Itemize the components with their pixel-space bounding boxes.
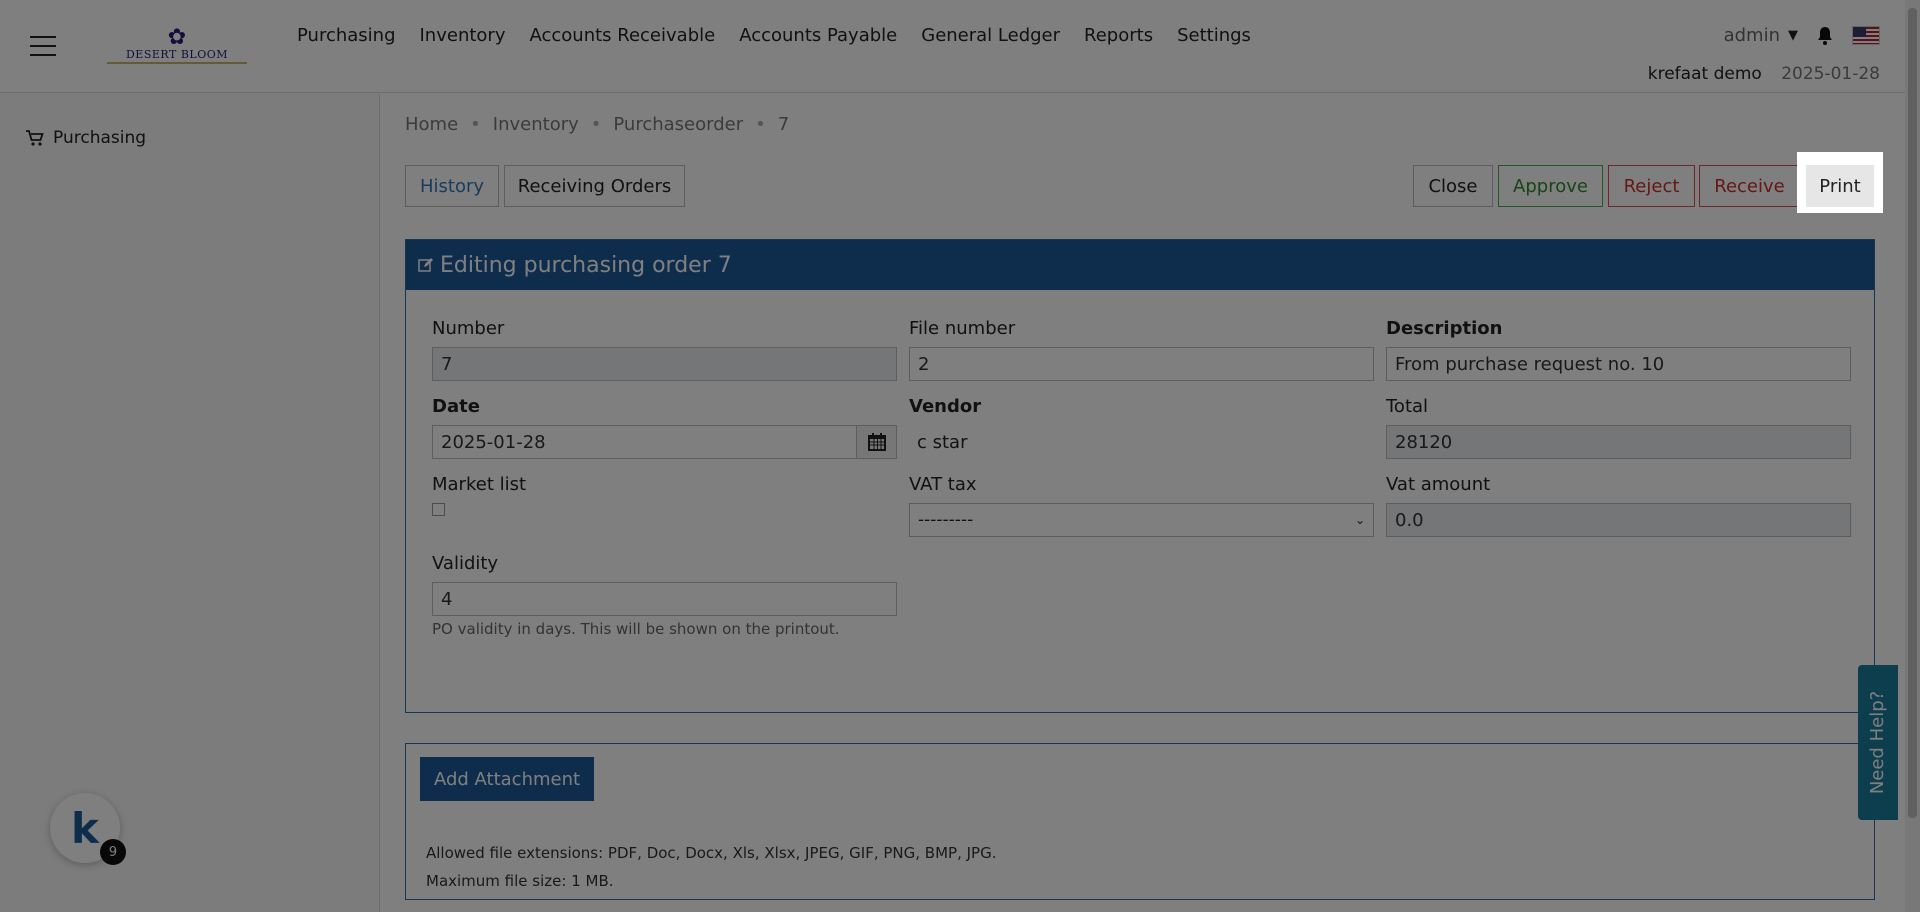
approve-button[interactable]: Approve bbox=[1498, 165, 1603, 207]
top-bar: ✿ DESERT BLOOM Purchasing Inventory Acco… bbox=[0, 0, 1920, 93]
form-title: Editing purchasing order 7 bbox=[440, 252, 732, 278]
nav-settings[interactable]: Settings bbox=[1177, 25, 1251, 46]
need-help-tab[interactable]: Need Help? bbox=[1858, 665, 1898, 820]
purchase-order-form: Editing purchasing order 7 Number 7 File… bbox=[405, 239, 1875, 713]
date-field: Date 2025-01-28 bbox=[432, 396, 897, 459]
notification-count-badge: 9 bbox=[100, 839, 126, 865]
file-number-field: File number 2 bbox=[909, 318, 1374, 381]
sidebar: Purchasing bbox=[0, 94, 380, 912]
calendar-icon[interactable] bbox=[857, 425, 897, 459]
file-number-input[interactable]: 2 bbox=[909, 347, 1374, 381]
allowed-extensions-text: Allowed file extensions: PDF, Doc, Docx,… bbox=[426, 844, 997, 862]
description-input[interactable]: From purchase request no. 10 bbox=[1386, 347, 1851, 381]
total-field: Total 28120 bbox=[1386, 396, 1851, 459]
nav-inventory[interactable]: Inventory bbox=[420, 25, 506, 46]
company-info: krefaat demo 2025-01-28 bbox=[1648, 64, 1880, 84]
chevron-down-icon: ⌄ bbox=[1354, 513, 1365, 527]
market-list-checkbox[interactable] bbox=[432, 503, 445, 516]
breadcrumb-home[interactable]: Home bbox=[405, 114, 458, 135]
nav-accounts-payable[interactable]: Accounts Payable bbox=[739, 25, 897, 46]
reject-button[interactable]: Reject bbox=[1608, 165, 1695, 207]
breadcrumb-current: 7 bbox=[777, 114, 790, 135]
form-header: Editing purchasing order 7 bbox=[406, 240, 1874, 290]
total-input[interactable]: 28120 bbox=[1386, 425, 1851, 459]
bell-icon[interactable] bbox=[1816, 26, 1834, 46]
vat-tax-select[interactable]: --------- ⌄ bbox=[909, 503, 1374, 537]
date-input[interactable]: 2025-01-28 bbox=[432, 425, 857, 459]
vat-amount-field: Vat amount 0.0 bbox=[1386, 474, 1851, 537]
breadcrumb: Home • Inventory • Purchaseorder • 7 bbox=[405, 114, 790, 135]
chat-widget-button[interactable]: k 9 bbox=[50, 793, 126, 865]
breadcrumb-purchaseorder[interactable]: Purchaseorder bbox=[613, 114, 743, 135]
chevron-down-icon[interactable]: ▼ bbox=[1788, 28, 1798, 43]
close-button[interactable]: Close bbox=[1413, 165, 1493, 207]
validity-input[interactable]: 4 bbox=[432, 582, 897, 616]
print-button[interactable]: Print bbox=[1806, 165, 1874, 207]
validity-help-text: PO validity in days. This will be shown … bbox=[432, 620, 840, 638]
print-spotlight: Print bbox=[1797, 152, 1883, 213]
nav-accounts-receivable[interactable]: Accounts Receivable bbox=[529, 25, 715, 46]
cart-icon bbox=[26, 130, 44, 146]
description-field: Description From purchase request no. 10 bbox=[1386, 318, 1851, 381]
nav-reports[interactable]: Reports bbox=[1084, 25, 1153, 46]
vat-tax-field: VAT tax --------- ⌄ bbox=[909, 474, 1374, 537]
validity-field: Validity 4 PO validity in days. This wil… bbox=[432, 553, 897, 638]
sidebar-item-label: Purchasing bbox=[53, 128, 147, 148]
add-attachment-button[interactable]: Add Attachment bbox=[420, 757, 594, 801]
user-area: admin ▼ bbox=[1724, 25, 1880, 46]
company-logo[interactable]: ✿ DESERT BLOOM bbox=[107, 27, 247, 64]
scrollbar-thumb[interactable] bbox=[1908, 8, 1917, 818]
history-button[interactable]: History bbox=[405, 165, 499, 207]
vendor-value: c star bbox=[917, 431, 968, 453]
number-field: Number 7 bbox=[432, 318, 897, 381]
page-scrollbar[interactable] bbox=[1905, 0, 1920, 912]
us-flag-icon[interactable] bbox=[1852, 26, 1880, 45]
nav-purchasing[interactable]: Purchasing bbox=[297, 25, 396, 46]
current-date: 2025-01-28 bbox=[1781, 64, 1880, 84]
company-name: krefaat demo bbox=[1647, 64, 1762, 84]
max-file-size-text: Maximum file size: 1 MB. bbox=[426, 872, 614, 890]
user-menu[interactable]: admin bbox=[1724, 25, 1780, 46]
breadcrumb-inventory[interactable]: Inventory bbox=[493, 114, 579, 135]
vendor-field: Vendor c star bbox=[909, 396, 981, 459]
k-logo-icon: k bbox=[71, 803, 99, 853]
nav-general-ledger[interactable]: General Ledger bbox=[921, 25, 1060, 46]
sidebar-item-purchasing[interactable]: Purchasing bbox=[25, 128, 146, 148]
vat-amount-input[interactable]: 0.0 bbox=[1386, 503, 1851, 537]
main-nav: Purchasing Inventory Accounts Receivable… bbox=[285, 25, 1263, 46]
attachments-panel: Add Attachment Allowed file extensions: … bbox=[405, 743, 1875, 900]
receiving-orders-button[interactable]: Receiving Orders bbox=[504, 165, 685, 207]
receive-button[interactable]: Receive bbox=[1699, 165, 1800, 207]
number-input[interactable]: 7 bbox=[432, 347, 897, 381]
market-list-field: Market list bbox=[432, 474, 526, 516]
hamburger-menu-icon[interactable] bbox=[30, 36, 56, 56]
edit-icon bbox=[418, 258, 433, 272]
